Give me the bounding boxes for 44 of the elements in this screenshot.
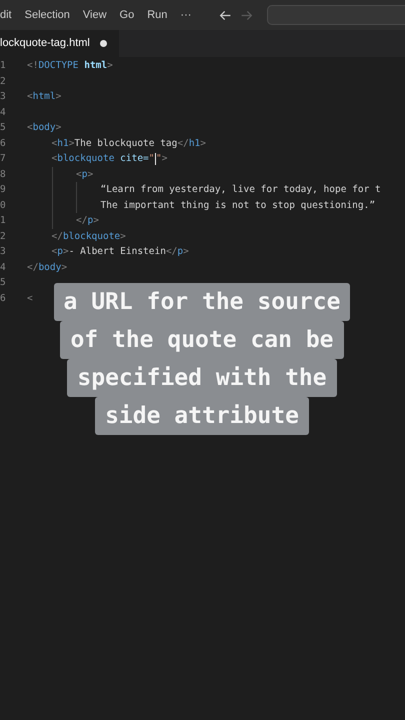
line-number: 6 xyxy=(0,292,7,306)
line-number: 4 xyxy=(0,260,7,274)
line-number: 4 xyxy=(0,106,7,120)
code-line: </body> xyxy=(27,260,68,274)
code-line: The important thing is not to stop questioning.” xyxy=(100,198,376,212)
line-number: 1 xyxy=(0,59,7,73)
text-cursor xyxy=(154,152,156,165)
caption-text: of the quote can be xyxy=(60,321,344,359)
code-line: <h1>The blockquote tag</h1> xyxy=(52,136,206,150)
line-number: 8 xyxy=(0,168,7,182)
caption-text: side attribute xyxy=(95,397,309,435)
menu-item[interactable]: Selection xyxy=(24,6,70,24)
code-line: < xyxy=(27,292,33,306)
line-number: 3 xyxy=(0,245,7,259)
editor-tab[interactable]: lockquote-tag.html xyxy=(0,30,119,57)
line-number: 7 xyxy=(0,152,7,166)
code-line: </p> xyxy=(76,214,99,228)
line-number: 3 xyxy=(0,90,7,104)
search-field[interactable] xyxy=(267,5,405,25)
menu-item[interactable]: View xyxy=(82,6,107,24)
back-arrow-icon[interactable] xyxy=(219,8,232,22)
code-line: <html> xyxy=(27,90,62,104)
code-line: <!DOCTYPE html> xyxy=(27,59,113,73)
line-number: 2 xyxy=(0,230,7,244)
caption-text: specified with the xyxy=(67,359,337,397)
forward-arrow-icon[interactable] xyxy=(240,8,254,22)
code-line: </blockquote> xyxy=(52,230,126,244)
line-number: 1 xyxy=(0,214,7,228)
line-number: 2 xyxy=(0,74,7,88)
line-number: 6 xyxy=(0,136,7,150)
menu-item[interactable]: dit xyxy=(0,6,12,24)
line-number: 9 xyxy=(0,183,7,197)
line-number: 5 xyxy=(0,276,7,290)
code-line: <p>- Albert Einstein</p> xyxy=(52,245,189,259)
code-line: <p> xyxy=(76,168,94,182)
line-number: 0 xyxy=(0,198,7,212)
caption-text: a URL for the source xyxy=(54,283,350,321)
line-number: 5 xyxy=(0,121,7,135)
menu-item[interactable]: Go xyxy=(120,6,134,24)
code-line: “Learn from yesterday, live for today, hope for t xyxy=(100,183,381,197)
code-line: <body> xyxy=(27,121,62,135)
code-line: <blockquote cite=""> xyxy=(52,152,168,166)
menu-item[interactable]: Run xyxy=(147,6,168,24)
menu-item[interactable]: ··· xyxy=(180,6,192,24)
